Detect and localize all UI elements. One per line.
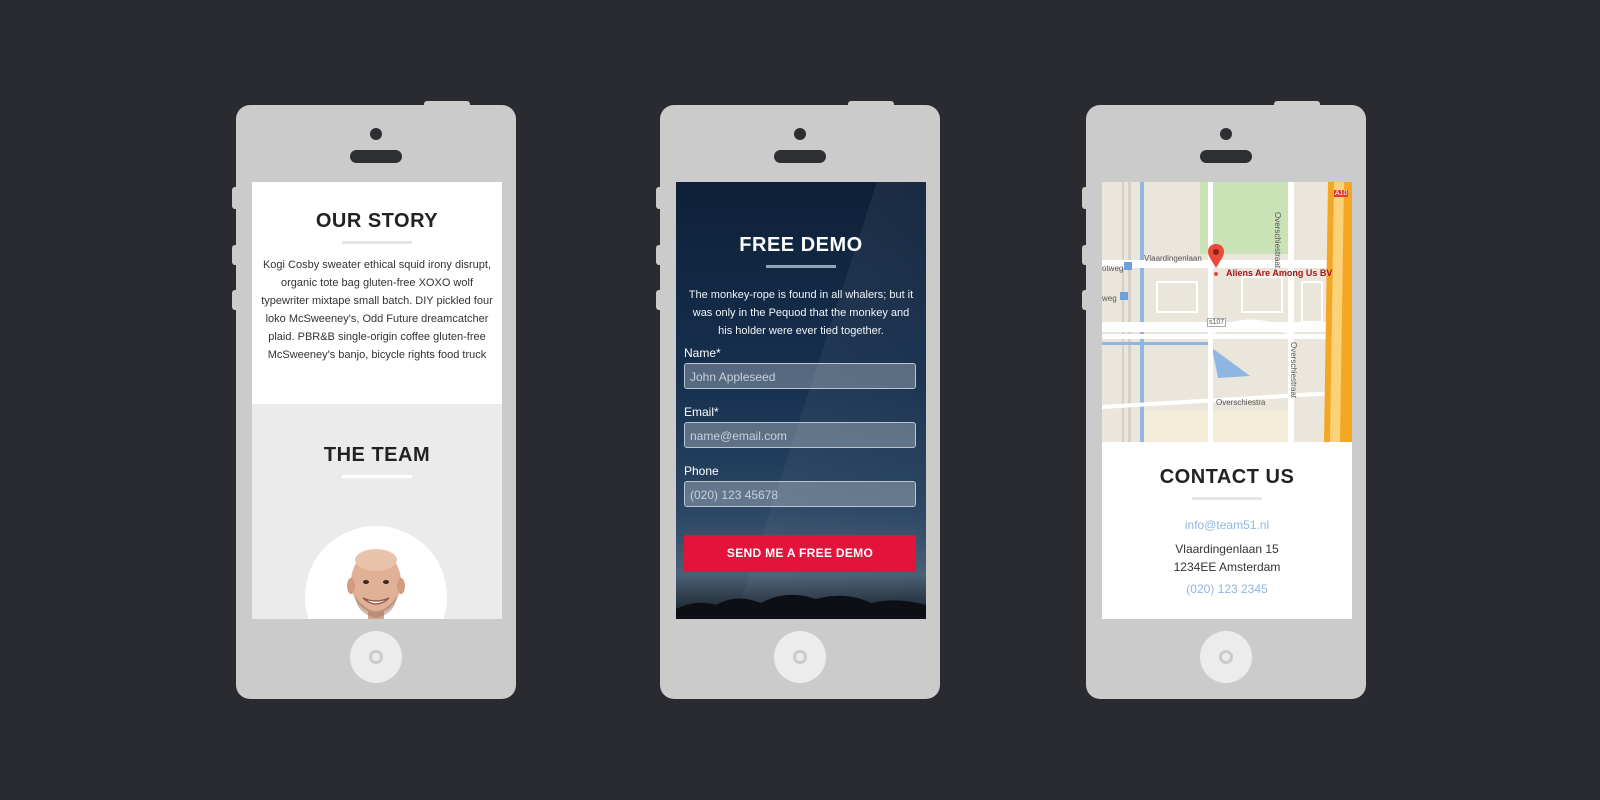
free-demo-title: FREE DEMO [739, 234, 863, 256]
address-line: Vlaardingenlaan 15 [1175, 542, 1279, 556]
speaker-grille [350, 150, 402, 163]
volume-up-button [232, 245, 238, 265]
contact-section: CONTACT US info@team51.nl Vlaardingenlaa… [1102, 442, 1352, 619]
power-button [424, 101, 470, 107]
map-street-label: Overschiestraat [1289, 342, 1298, 399]
camera-icon [370, 128, 382, 140]
camera-icon [794, 128, 806, 140]
map-street-label: Overschiestra [1216, 398, 1266, 407]
map-street-label: weg [1102, 294, 1117, 303]
team-title: THE TEAM [323, 444, 431, 466]
phone-mockup-demo: FREE DEMO The monkey-rope is found in al… [656, 101, 940, 699]
person-photo-icon [305, 526, 447, 619]
mute-switch [232, 187, 238, 209]
title-underline [766, 265, 836, 268]
home-button[interactable] [774, 631, 826, 683]
our-story-section: OUR STORY Kogi Cosby sweater ethical squ… [252, 182, 502, 404]
send-demo-button[interactable]: SEND ME A FREE DEMO [684, 535, 916, 572]
location-map[interactable]: Vlaardingenlaan otweg weg Overschiestra … [1102, 182, 1352, 442]
email-label: Email* [684, 405, 719, 419]
contact-email-link[interactable]: info@team51.nl [1102, 518, 1352, 532]
home-button[interactable] [350, 631, 402, 683]
map-street-label: otweg [1102, 264, 1124, 273]
email-field-group: Email* name@email.com [684, 405, 916, 448]
phone-screen: OUR STORY Kogi Cosby sweater ethical squ… [252, 182, 502, 619]
phone-label: Phone [684, 464, 719, 478]
volume-up-button [1082, 245, 1088, 265]
name-field-group: Name* John Appleseed [684, 346, 916, 389]
title-underline [1192, 497, 1262, 500]
home-button[interactable] [1200, 631, 1252, 683]
contact-phone-link[interactable]: (020) 123 2345 [1102, 582, 1352, 596]
volume-down-button [1082, 290, 1088, 310]
phone-screen: Vlaardingenlaan otweg weg Overschiestra … [1102, 182, 1352, 619]
volume-down-button [232, 290, 238, 310]
title-underline [342, 475, 412, 478]
map-marker-label: Aliens Are Among Us BV [1226, 268, 1333, 278]
email-input[interactable]: name@email.com [684, 422, 916, 448]
our-story-title: OUR STORY [315, 210, 439, 232]
power-button [1274, 101, 1320, 107]
map-road-code: A10 [1334, 190, 1349, 197]
team-section: THE TEAM [252, 404, 502, 619]
phone-screen: FREE DEMO The monkey-rope is found in al… [676, 182, 926, 619]
name-input[interactable]: John Appleseed [684, 363, 916, 389]
hills-silhouette [676, 594, 926, 619]
mute-switch [656, 187, 662, 209]
contact-address: Vlaardingenlaan 15 1234EE Amsterdam [1102, 540, 1352, 576]
camera-icon [1220, 128, 1232, 140]
phone-mockup-contact: Vlaardingenlaan otweg weg Overschiestra … [1082, 101, 1366, 699]
volume-up-button [656, 245, 662, 265]
our-story-text: Kogi Cosby sweater ethical squid irony d… [261, 259, 493, 361]
speaker-grille [1200, 150, 1252, 163]
contact-title: CONTACT US [1159, 466, 1295, 488]
map-street-label: Vlaardingenlaan [1144, 254, 1202, 263]
speaker-grille [774, 150, 826, 163]
mute-switch [1082, 187, 1088, 209]
team-member-avatar[interactable] [305, 526, 447, 619]
phone-mockup-story: OUR STORY Kogi Cosby sweater ethical squ… [232, 101, 516, 699]
title-underline [342, 241, 412, 244]
map-road-code: s107 [1207, 318, 1227, 327]
address-line: 1234EE Amsterdam [1173, 560, 1281, 574]
demo-lead-text: The monkey-rope is found in all whalers;… [688, 289, 914, 337]
map-street-label: Overschiestraat [1273, 212, 1282, 269]
phone-field-group: Phone (020) 123 45678 [684, 464, 916, 507]
name-label: Name* [684, 346, 721, 360]
volume-down-button [656, 290, 662, 310]
power-button [848, 101, 894, 107]
phone-input[interactable]: (020) 123 45678 [684, 481, 916, 507]
